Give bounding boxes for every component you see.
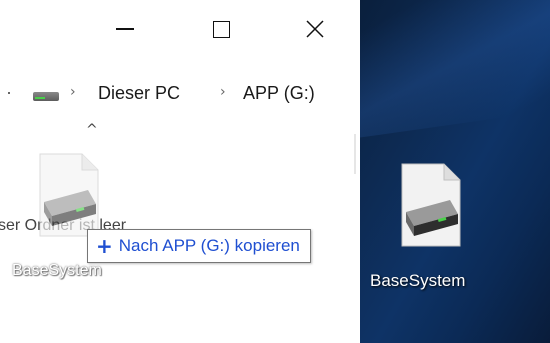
drag-copy-tooltip-text: Nach APP (G:) kopieren — [118, 236, 300, 255]
minimize-button[interactable] — [100, 14, 150, 44]
breadcrumb-separator: › — [220, 84, 226, 100]
desktop-file-icon[interactable] — [398, 162, 464, 248]
breadcrumb-separator: › — [70, 84, 76, 100]
close-icon — [306, 20, 324, 38]
close-button[interactable] — [290, 14, 340, 44]
maximize-icon — [212, 20, 230, 38]
breadcrumb-dieser-pc[interactable]: Dieser PC — [98, 83, 180, 104]
address-bar-tick — [8, 92, 10, 94]
maximize-button[interactable] — [196, 14, 246, 44]
drag-ghost-file-icon — [39, 153, 99, 237]
desktop-icon-label[interactable]: BaseSystem — [370, 271, 465, 291]
scrollbar[interactable] — [354, 134, 356, 174]
breadcrumb-app-drive[interactable]: APP (G:) — [243, 83, 315, 104]
drag-ghost-label: BaseSystem — [12, 262, 102, 279]
scroll-up-chevron-icon[interactable]: ^ — [86, 122, 98, 138]
drag-copy-tooltip: + Nach APP (G:) kopieren — [87, 229, 311, 263]
drive-icon — [33, 92, 59, 101]
minimize-icon — [116, 28, 134, 30]
plus-icon: + — [96, 234, 113, 258]
